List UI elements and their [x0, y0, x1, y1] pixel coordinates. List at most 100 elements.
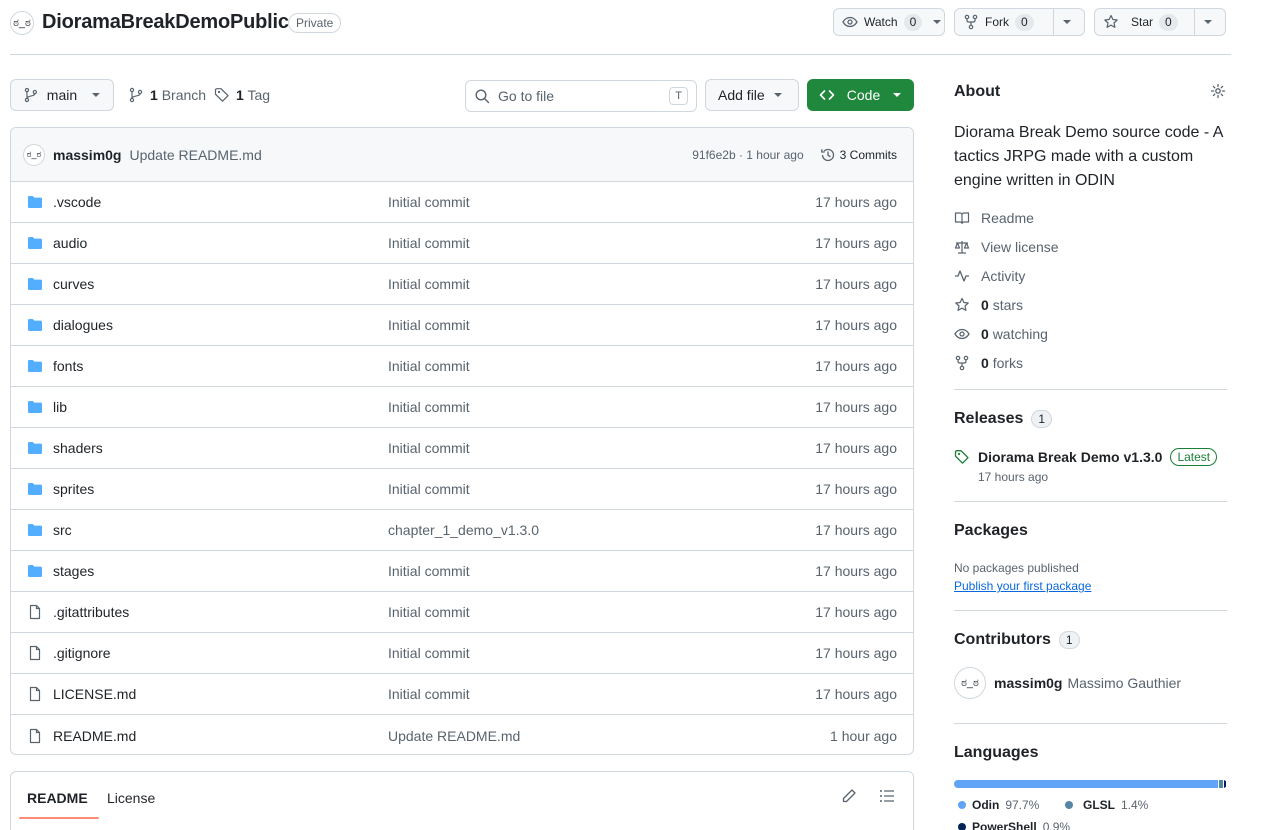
file-row[interactable]: LICENSE.md Initial commit 17 hours ago — [11, 674, 913, 715]
contributor-item[interactable]: ಠ_ಠ massim0g Massimo Gauthier — [954, 667, 1181, 699]
file-commit-message[interactable]: Initial commit — [388, 276, 815, 292]
language-item-odin[interactable]: Odin 97.7% — [958, 798, 1039, 812]
file-row[interactable]: README.md Update README.md 1 hour ago — [11, 715, 913, 754]
file-name[interactable]: shaders — [53, 440, 103, 456]
file-row[interactable]: fonts Initial commit 17 hours ago — [11, 346, 913, 387]
add-file-button[interactable]: Add file — [705, 79, 799, 111]
tab-readme[interactable]: README — [27, 790, 88, 806]
tags-link[interactable]: 1 Tag — [214, 87, 270, 103]
file-name[interactable]: lib — [53, 399, 67, 415]
forks-link[interactable]: 0 forks — [954, 355, 1023, 371]
fork-button[interactable]: Fork 0 — [954, 8, 1085, 36]
fork-icon — [964, 14, 978, 30]
code-label: Code — [846, 87, 881, 103]
watch-button[interactable]: Watch 0 — [833, 8, 945, 36]
commits-link[interactable]: 3 Commits — [820, 147, 897, 163]
author-avatar[interactable]: ಠ_ಠ — [23, 143, 45, 166]
fork-dropdown[interactable] — [1054, 9, 1080, 35]
contributor-name: Massimo Gauthier — [1067, 675, 1182, 691]
file-name[interactable]: audio — [53, 235, 87, 251]
file-row[interactable]: curves Initial commit 17 hours ago — [11, 264, 913, 305]
file-row[interactable]: shaders Initial commit 17 hours ago — [11, 428, 913, 469]
branches-link[interactable]: 1 Branch — [128, 87, 206, 103]
file-row[interactable]: dialogues Initial commit 17 hours ago — [11, 305, 913, 346]
book-icon — [954, 212, 970, 225]
file-name[interactable]: src — [53, 522, 72, 538]
commit-message[interactable]: Update README.md — [129, 147, 261, 163]
watch-label: Watch — [864, 15, 898, 29]
file-row[interactable]: lib Initial commit 17 hours ago — [11, 387, 913, 428]
file-row[interactable]: audio Initial commit 17 hours ago — [11, 223, 913, 264]
language-item-glsl[interactable]: GLSL 1.4% — [1065, 798, 1148, 812]
about-title: About — [954, 83, 1001, 100]
file-name[interactable]: sprites — [53, 481, 94, 497]
file-name[interactable]: .gitattributes — [53, 604, 129, 620]
language-bar-segment — [1223, 780, 1226, 788]
gear-icon[interactable] — [1210, 83, 1226, 99]
file-commit-message[interactable]: Initial commit — [388, 563, 815, 579]
commit-author[interactable]: massim0g — [53, 147, 121, 163]
edit-pencil-icon[interactable] — [841, 788, 857, 804]
branch-selector[interactable]: main — [10, 79, 114, 111]
file-name[interactable]: LICENSE.md — [53, 686, 136, 702]
forks-label: forks — [992, 355, 1024, 371]
contributors-heading[interactable]: Contributors 1 — [954, 631, 1080, 649]
star-dropdown[interactable] — [1195, 9, 1221, 35]
file-name[interactable]: README.md — [53, 728, 136, 744]
file-name[interactable]: .gitignore — [53, 645, 111, 661]
commit-hash-time[interactable]: 91f6e2b · 1 hour ago — [692, 148, 803, 162]
releases-heading[interactable]: Releases 1 — [954, 410, 1053, 428]
file-icon — [27, 645, 43, 661]
file-commit-time: 17 hours ago — [815, 563, 897, 579]
file-row[interactable]: .gitignore Initial commit 17 hours ago — [11, 633, 913, 674]
file-name[interactable]: .vscode — [53, 194, 101, 210]
star-button[interactable]: Star 0 — [1094, 8, 1226, 36]
packages-heading[interactable]: Packages — [954, 522, 1028, 540]
file-name[interactable]: curves — [53, 276, 94, 292]
languages-heading: Languages — [954, 744, 1038, 762]
file-row[interactable]: stages Initial commit 17 hours ago — [11, 551, 913, 592]
license-link[interactable]: View license — [954, 239, 1059, 255]
activity-link[interactable]: Activity — [954, 268, 1025, 284]
contributor-avatar[interactable]: ಠ_ಠ — [954, 667, 986, 699]
release-name[interactable]: Diorama Break Demo v1.3.0 — [978, 449, 1162, 465]
file-commit-message[interactable]: Initial commit — [388, 604, 815, 620]
publish-package-link[interactable]: Publish your first package — [954, 579, 1091, 593]
file-commit-message[interactable]: Initial commit — [388, 481, 815, 497]
file-commit-message[interactable]: Initial commit — [388, 645, 815, 661]
file-commit-message[interactable]: Initial commit — [388, 235, 815, 251]
stars-link[interactable]: 0 stars — [954, 297, 1023, 313]
readme-panel: README License — [10, 771, 914, 830]
file-name[interactable]: fonts — [53, 358, 83, 374]
file-row[interactable]: sprites Initial commit 17 hours ago — [11, 469, 913, 510]
outline-list-icon[interactable] — [879, 788, 895, 804]
file-commit-message[interactable]: Initial commit — [388, 440, 815, 456]
contributor-login[interactable]: massim0g — [994, 675, 1062, 691]
language-dot — [1065, 801, 1073, 809]
language-item-powershell[interactable]: PowerShell 0.9% — [958, 820, 1070, 830]
file-row[interactable]: src chapter_1_demo_v1.3.0 17 hours ago — [11, 510, 913, 551]
file-commit-message[interactable]: Update README.md — [388, 728, 830, 744]
file-commit-message[interactable]: Initial commit — [388, 317, 815, 333]
chevron-down-icon[interactable] — [932, 19, 942, 25]
file-row[interactable]: .vscode Initial commit 17 hours ago — [11, 182, 913, 223]
watching-link[interactable]: 0 watching — [954, 326, 1048, 342]
repo-title[interactable]: DioramaBreakDemoPublic — [42, 11, 289, 34]
code-button[interactable]: Code — [807, 79, 914, 111]
file-commit-message[interactable]: chapter_1_demo_v1.3.0 — [388, 522, 815, 538]
file-commit-message[interactable]: Initial commit — [388, 399, 815, 415]
folder-icon — [27, 522, 43, 538]
go-to-file-input[interactable]: Go to file T — [465, 80, 697, 112]
repo-owner-avatar[interactable]: ಠ_ಠ — [10, 11, 34, 35]
readme-link[interactable]: Readme — [954, 210, 1034, 226]
file-commit-message[interactable]: Initial commit — [388, 686, 815, 702]
file-commit-message[interactable]: Initial commit — [388, 194, 815, 210]
release-item[interactable]: Diorama Break Demo v1.3.0 Latest — [954, 448, 1218, 466]
file-commit-time: 17 hours ago — [815, 276, 897, 292]
file-name[interactable]: stages — [53, 563, 94, 579]
file-commit-time: 17 hours ago — [815, 481, 897, 497]
file-commit-message[interactable]: Initial commit — [388, 358, 815, 374]
file-row[interactable]: .gitattributes Initial commit 17 hours a… — [11, 592, 913, 633]
tab-license[interactable]: License — [107, 790, 155, 806]
file-name[interactable]: dialogues — [53, 317, 113, 333]
